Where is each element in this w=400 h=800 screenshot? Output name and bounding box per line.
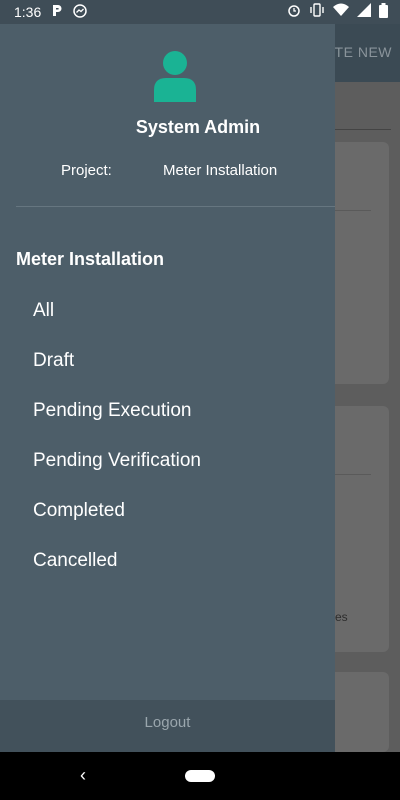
status-time: 1:36 xyxy=(14,4,42,20)
menu-item-pending-verification[interactable]: Pending Verification xyxy=(0,436,335,486)
menu-item-pending-execution[interactable]: Pending Execution xyxy=(0,386,335,436)
create-new-button[interactable]: ATE NEW xyxy=(326,44,392,60)
vibrate-icon xyxy=(309,3,325,21)
battery-icon xyxy=(379,3,388,21)
menu-item-completed[interactable]: Completed xyxy=(0,486,335,536)
user-avatar-icon xyxy=(152,50,198,102)
wifi-icon xyxy=(333,3,349,21)
status-bar: 1:36 xyxy=(0,0,400,24)
project-value: Meter Installation xyxy=(163,162,278,179)
status-filter-list: All Draft Pending Execution Pending Veri… xyxy=(0,286,335,586)
background-card[interactable] xyxy=(335,672,389,752)
drawer-divider xyxy=(16,206,335,207)
alarm-icon xyxy=(287,3,301,21)
home-pill-icon[interactable] xyxy=(185,770,215,782)
menu-item-draft[interactable]: Draft xyxy=(0,336,335,386)
project-label: Project: xyxy=(61,162,112,179)
messenger-icon xyxy=(73,3,87,21)
background-card[interactable] xyxy=(335,142,389,384)
menu-item-cancelled[interactable]: Cancelled xyxy=(0,536,335,586)
parking-icon xyxy=(51,4,63,20)
system-nav-bar: ‹ xyxy=(0,752,400,800)
navigation-drawer: System Admin Project: Meter Installation… xyxy=(0,24,335,752)
status-right-icons xyxy=(287,3,388,21)
background-card-text: es xyxy=(335,610,348,624)
signal-icon xyxy=(357,3,371,21)
back-icon[interactable]: ‹ xyxy=(80,765,86,786)
menu-item-all[interactable]: All xyxy=(0,286,335,336)
logout-button[interactable]: Logout xyxy=(0,700,335,752)
user-name: System Admin xyxy=(135,117,261,137)
section-title: Meter Installation xyxy=(16,249,165,269)
